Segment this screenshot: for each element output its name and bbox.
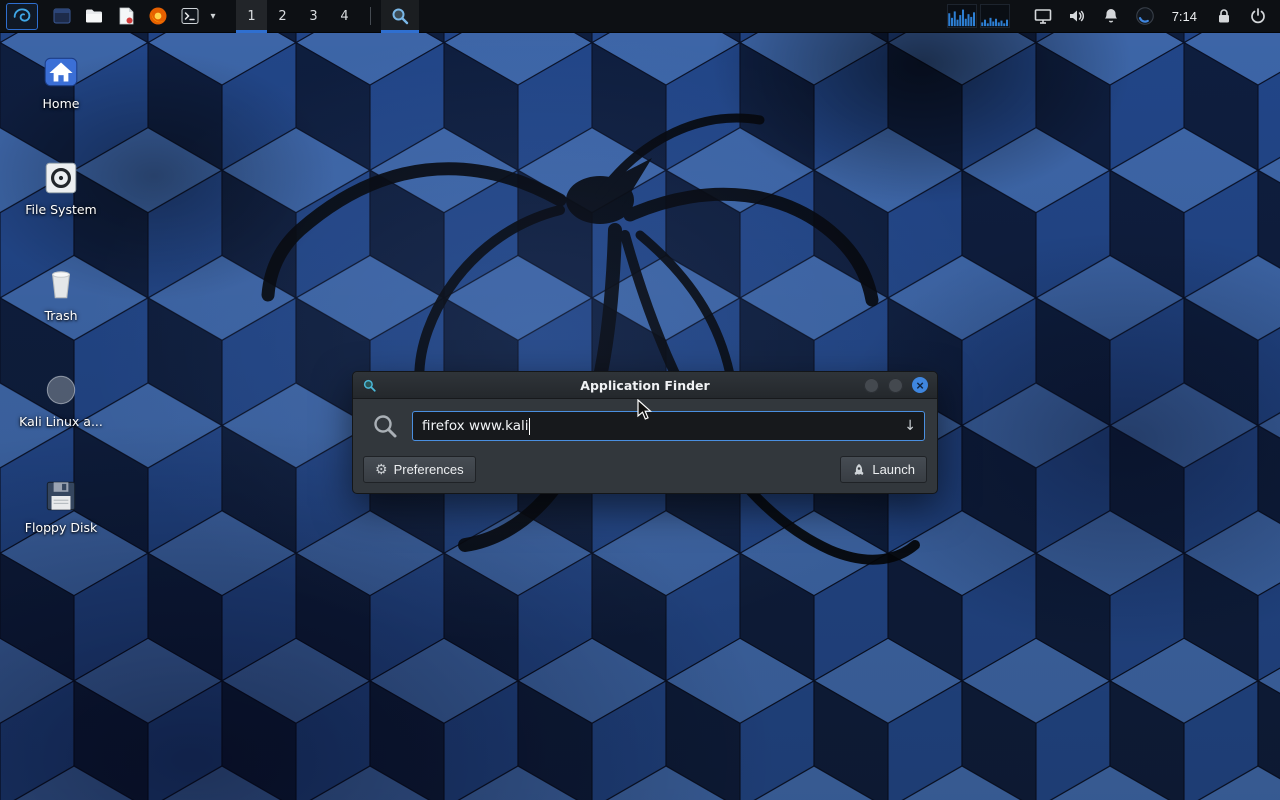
top-panel: ▾ 1 2 3 4 (0, 0, 1280, 33)
gear-icon: ⚙ (375, 461, 388, 478)
titlebar[interactable]: Application Finder × (353, 372, 937, 399)
launch-button[interactable]: Launch (840, 456, 927, 483)
launcher-window-manager[interactable] (46, 0, 78, 33)
status-globe-button[interactable] (1128, 0, 1162, 33)
search-icon (371, 412, 399, 440)
search-input-value: firefox www.kali (422, 418, 528, 434)
preferences-button[interactable]: ⚙ Preferences (363, 456, 476, 483)
firefox-icon (147, 5, 169, 27)
network-graph-icon (980, 4, 1010, 28)
launch-label: Launch (872, 462, 915, 477)
desktop-icon-label: Trash (44, 308, 77, 323)
document-icon (115, 5, 137, 27)
screen-lock-button[interactable] (1207, 0, 1241, 33)
launch-icon (852, 463, 866, 476)
desktop-icon-trash[interactable]: Trash (14, 264, 108, 323)
launcher-firefox[interactable] (142, 0, 174, 33)
workspace-1[interactable]: 1 (236, 0, 267, 33)
file-system-icon (41, 158, 81, 198)
launcher-file-manager[interactable] (78, 0, 110, 33)
workspace-3[interactable]: 3 (298, 0, 329, 33)
text-cursor (529, 418, 530, 435)
close-button[interactable]: × (912, 377, 928, 393)
search-icon (390, 6, 410, 26)
applications-menu-button[interactable] (6, 3, 38, 30)
bell-icon (1101, 6, 1121, 26)
application-finder-window: Application Finder × firefox www.kali ↓ … (352, 371, 938, 494)
workspace-2[interactable]: 2 (267, 0, 298, 33)
kali-link-icon (41, 370, 81, 410)
desktop-icon-label: File System (25, 202, 97, 217)
desktop-icon-kali-linux[interactable]: Kali Linux a... (14, 370, 108, 429)
globe-icon (1134, 5, 1156, 27)
floppy-disk-icon (41, 476, 81, 516)
desktop-icon-list: Home File System Trash Kali Linux a... (14, 52, 108, 535)
launcher-terminal[interactable] (174, 0, 206, 33)
kali-logo-icon (11, 5, 33, 27)
launcher-text-editor[interactable] (110, 0, 142, 33)
preferences-label: Preferences (394, 462, 464, 477)
desktop-icon-home[interactable]: Home (14, 52, 108, 111)
home-icon (41, 52, 81, 92)
lock-icon (1214, 6, 1234, 26)
entry-dropdown-arrow-icon[interactable]: ↓ (904, 418, 916, 434)
window-title: Application Finder (353, 378, 937, 393)
desktop-icon-label: Home (43, 96, 80, 111)
notifications-button[interactable] (1094, 0, 1128, 33)
chevron-down-icon: ▾ (210, 11, 215, 22)
volume-button[interactable] (1060, 0, 1094, 33)
workspace-4[interactable]: 4 (329, 0, 360, 33)
dialog-body: firefox www.kali ↓ ⚙ Preferences Launch (353, 399, 937, 493)
system-monitor[interactable] (947, 4, 1010, 28)
search-row: firefox www.kali ↓ (363, 408, 927, 443)
terminal-dropdown-chevron[interactable]: ▾ (206, 0, 220, 33)
folder-icon (83, 5, 105, 27)
display-icon (1033, 6, 1053, 26)
speaker-icon (1067, 6, 1087, 26)
terminal-icon (179, 5, 201, 27)
panel-separator (370, 7, 371, 25)
logout-button[interactable] (1241, 0, 1275, 33)
trash-icon (41, 264, 81, 304)
taskbar-application-finder[interactable] (381, 0, 419, 33)
display-settings-button[interactable] (1026, 0, 1060, 33)
minimize-button[interactable] (864, 378, 879, 393)
window-icon (51, 5, 73, 27)
close-icon: × (916, 379, 924, 392)
desktop-icon-label: Floppy Disk (25, 520, 97, 535)
workspace-switcher: 1 2 3 4 (236, 0, 360, 33)
button-row: ⚙ Preferences Launch (363, 456, 927, 483)
application-finder-icon (362, 378, 377, 393)
search-input[interactable]: firefox www.kali ↓ (412, 411, 925, 441)
desktop-icon-file-system[interactable]: File System (14, 158, 108, 217)
power-icon (1248, 6, 1268, 26)
clock[interactable]: 7:14 (1162, 9, 1207, 24)
desktop-icon-floppy-disk[interactable]: Floppy Disk (14, 476, 108, 535)
maximize-button[interactable] (888, 378, 903, 393)
cpu-graph-icon (947, 4, 977, 28)
desktop-icon-label: Kali Linux a... (19, 414, 103, 429)
